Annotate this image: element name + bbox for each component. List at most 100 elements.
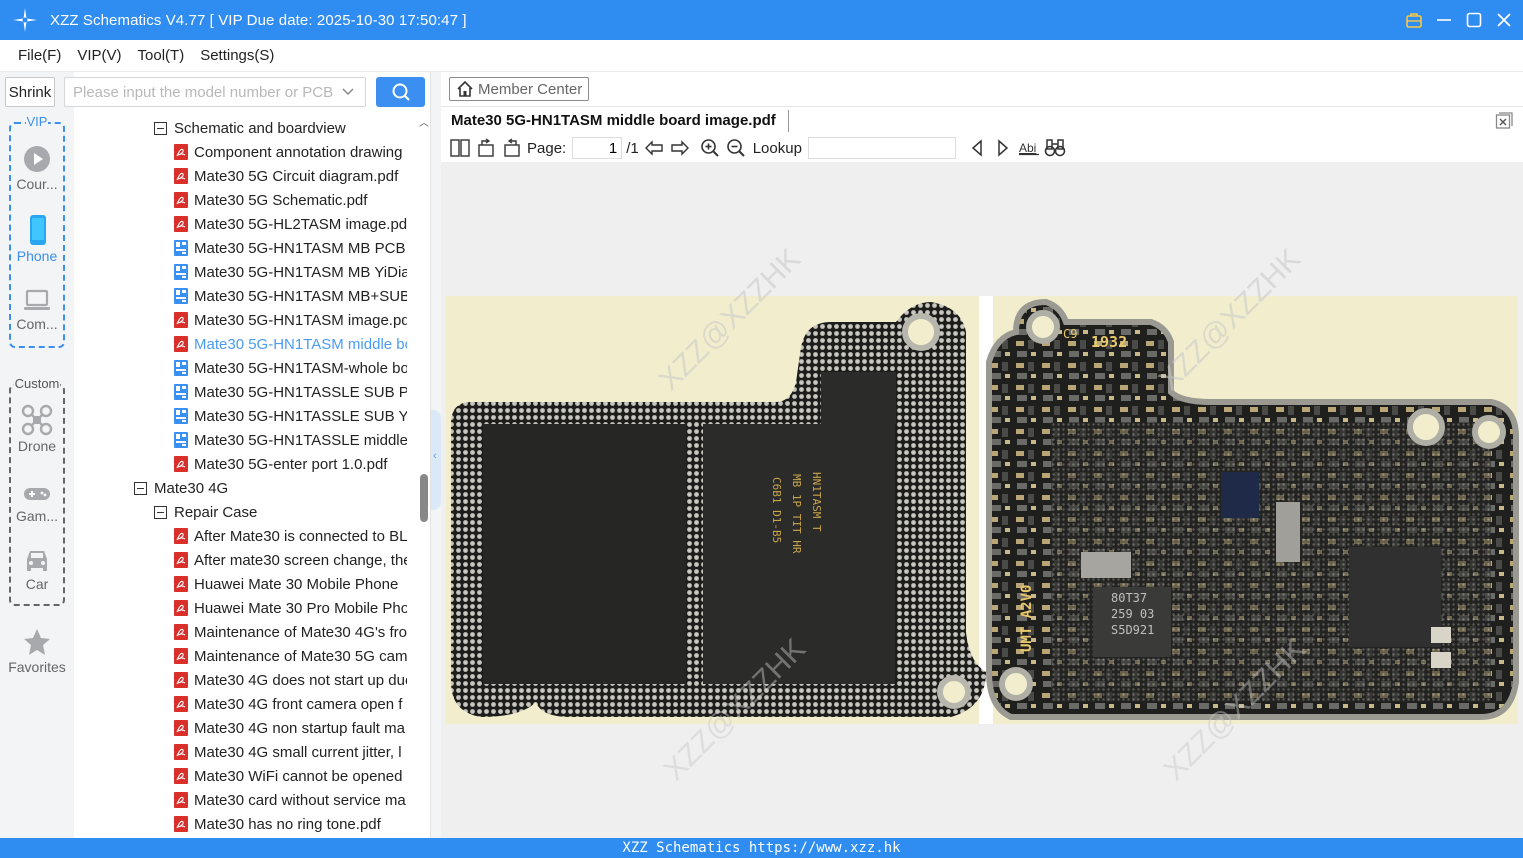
- collapse-handle[interactable]: [431, 410, 441, 510]
- match-case-icon[interactable]: Abi: [1018, 137, 1040, 159]
- tree-item-label: Mate30 has no ring tone.pdf: [194, 815, 381, 833]
- chevron-down-icon[interactable]: [341, 85, 355, 99]
- tree-file[interactable]: After mate30 screen change, the: [174, 548, 407, 572]
- tree-folder[interactable]: Schematic and boardview: [154, 116, 407, 140]
- tree-file[interactable]: Mate30 4G non startup fault ma: [174, 716, 407, 740]
- tree-file[interactable]: Mate30 has no ring tone.pdf: [174, 812, 407, 836]
- tree-folder[interactable]: Repair Case: [154, 500, 407, 524]
- tree-file[interactable]: Mate30 4G small current jitter, l: [174, 740, 407, 764]
- tree-file[interactable]: Mate30 5G-HN1TASSLE middle: [174, 428, 407, 452]
- tree-file[interactable]: Mate30 WiFi cannot be opened: [174, 764, 407, 788]
- menu-file[interactable]: File(F): [18, 47, 61, 64]
- right-board-chip-text-2: 259 03: [1111, 607, 1154, 621]
- pdf-page-view[interactable]: HN1TASM T MB 1P TIT HR C6B1 D1-B5 1932 C…: [441, 162, 1523, 838]
- vip-bag-icon[interactable]: [1405, 11, 1423, 29]
- tree-file[interactable]: Mate30 5G-HN1TASM MB+SUB: [174, 284, 407, 308]
- menu-tool[interactable]: Tool(T): [138, 47, 185, 64]
- tree-item-label: Mate30 4G does not start up due: [194, 671, 407, 689]
- collapse-toggle-icon[interactable]: [134, 481, 147, 495]
- nav-drone[interactable]: Drone: [11, 404, 63, 454]
- tree-file[interactable]: Mate30 5G-HN1TASSLE SUB PCB: [174, 380, 407, 404]
- scroll-up-icon[interactable]: ︿: [419, 114, 429, 129]
- tree-file[interactable]: Mate30 4G does not start up due: [174, 668, 407, 692]
- tree-file[interactable]: Huawei Mate 30 Pro Mobile Phone: [174, 596, 407, 620]
- nav-favorites[interactable]: Favorites: [0, 627, 74, 675]
- tree-file[interactable]: Huawei Mate 30 Mobile Phone: [174, 572, 407, 596]
- tree-item-label: After mate30 screen change, the: [194, 551, 407, 569]
- pdf-file-icon: [174, 624, 188, 640]
- tree-file[interactable]: Mate30 5G-HN1TASSLE SUB YiDian: [174, 404, 407, 428]
- tree-file[interactable]: Mate30 4G front camera open f: [174, 692, 407, 716]
- find-prev-icon[interactable]: [966, 137, 988, 159]
- rotate-left-icon[interactable]: [475, 137, 497, 159]
- right-board-date: 1932: [1091, 333, 1127, 351]
- tree-file[interactable]: Mate30 5G-HL2TASM image.pdf: [174, 212, 407, 236]
- search-input[interactable]: [64, 77, 366, 107]
- binoculars-icon[interactable]: [1044, 137, 1066, 159]
- rotate-right-icon[interactable]: [501, 137, 523, 159]
- nav-phone[interactable]: Phone: [11, 214, 63, 264]
- close-tab-icon[interactable]: [1495, 112, 1513, 130]
- tree-file[interactable]: Mate30 5G Schematic.pdf: [174, 188, 407, 212]
- minimize-button[interactable]: [1435, 11, 1453, 29]
- tree-file[interactable]: Mate30 5G-HN1TASM MB YiDian: [174, 260, 407, 284]
- scroll-thumb[interactable]: [420, 474, 428, 522]
- tree-file[interactable]: Mate30 5G-HN1TASM image.pdf: [174, 308, 407, 332]
- pdf-file-icon: [174, 192, 188, 208]
- maximize-button[interactable]: [1465, 11, 1483, 29]
- pdf-file-icon: [174, 144, 188, 160]
- nav-car[interactable]: Car: [11, 546, 63, 592]
- tree-item-label: Mate30 5G-HN1TASM MB+SUB: [194, 287, 407, 305]
- tree-file[interactable]: Maintenance of Mate30 4G's front: [174, 620, 407, 644]
- tree-file[interactable]: Mate30 5G-HN1TASM-whole board: [174, 356, 407, 380]
- document-tab[interactable]: Mate30 5G-HN1TASM middle board image.pdf: [451, 110, 789, 132]
- tree-item-label: Mate30 5G-enter port 1.0.pdf: [194, 455, 388, 473]
- status-bar: XZZ Schematics https://www.xzz.hk: [0, 838, 1523, 858]
- tree-file[interactable]: Mate30 5G-enter port 1.0.pdf: [174, 452, 407, 476]
- tree-file[interactable]: Maintenance of Mate30 5G camera: [174, 644, 407, 668]
- tree-scrollbar[interactable]: ︿: [418, 112, 430, 838]
- page-number-input[interactable]: [572, 137, 623, 159]
- lookup-input[interactable]: [807, 137, 956, 159]
- tree-item-label: Mate30 5G-HL2TASM image.pdf: [194, 215, 407, 233]
- tree-item-label: Repair Case: [174, 503, 258, 521]
- shrink-button[interactable]: Shrink: [5, 77, 55, 107]
- pdf-file-icon: [174, 696, 188, 712]
- nav-computer[interactable]: Com...: [11, 286, 63, 332]
- zoom-in-icon[interactable]: [699, 137, 721, 159]
- nav-courses[interactable]: Cour...: [11, 144, 63, 192]
- menu-vip[interactable]: VIP(V): [77, 47, 121, 64]
- pdf-file-icon: [174, 600, 188, 616]
- tree-file[interactable]: Mate30 card without service ma: [174, 788, 407, 812]
- nav-car-label: Car: [25, 576, 49, 592]
- tree-file[interactable]: Component annotation drawing: [174, 140, 407, 164]
- panel-splitter[interactable]: [430, 72, 441, 838]
- tree-folder[interactable]: Mate30 4G: [134, 476, 407, 500]
- tree-file[interactable]: Mate30 5G-HN1TASM middle board: [174, 332, 407, 356]
- tree-item-label: After Mate30 is connected to BL: [194, 527, 407, 545]
- zoom-out-icon[interactable]: [725, 137, 747, 159]
- tree-file[interactable]: Mate30 5G Circuit diagram.pdf: [174, 164, 407, 188]
- page-total: /1: [626, 139, 639, 157]
- search-button[interactable]: [376, 77, 425, 107]
- pdf-file-icon: [174, 552, 188, 568]
- nav-game[interactable]: Gam...: [11, 482, 63, 524]
- collapse-toggle-icon[interactable]: [154, 121, 167, 135]
- prev-page-icon[interactable]: [643, 137, 665, 159]
- next-page-icon[interactable]: [669, 137, 691, 159]
- tree-file[interactable]: After Mate30 is connected to BL: [174, 524, 407, 548]
- left-board-chip-text-2: MB 1P TIT HR: [790, 474, 803, 554]
- tree-item-label: Mate30 5G Schematic.pdf: [194, 191, 368, 209]
- close-button[interactable]: [1495, 11, 1513, 29]
- member-center-button[interactable]: Member Center: [449, 77, 590, 101]
- nav-game-label: Gam...: [15, 508, 58, 524]
- collapse-toggle-icon[interactable]: [154, 505, 167, 519]
- menu-settings[interactable]: Settings(S): [200, 47, 274, 64]
- home-icon: [457, 80, 473, 97]
- search-icon: [392, 83, 410, 101]
- pdf-file-icon: [174, 216, 188, 232]
- right-board-side-text: UMT A2V0: [1019, 585, 1035, 652]
- two-page-view-icon[interactable]: [449, 137, 471, 159]
- tree-file[interactable]: Mate30 5G-HN1TASM MB PCB: [174, 236, 407, 260]
- find-next-icon[interactable]: [992, 137, 1014, 159]
